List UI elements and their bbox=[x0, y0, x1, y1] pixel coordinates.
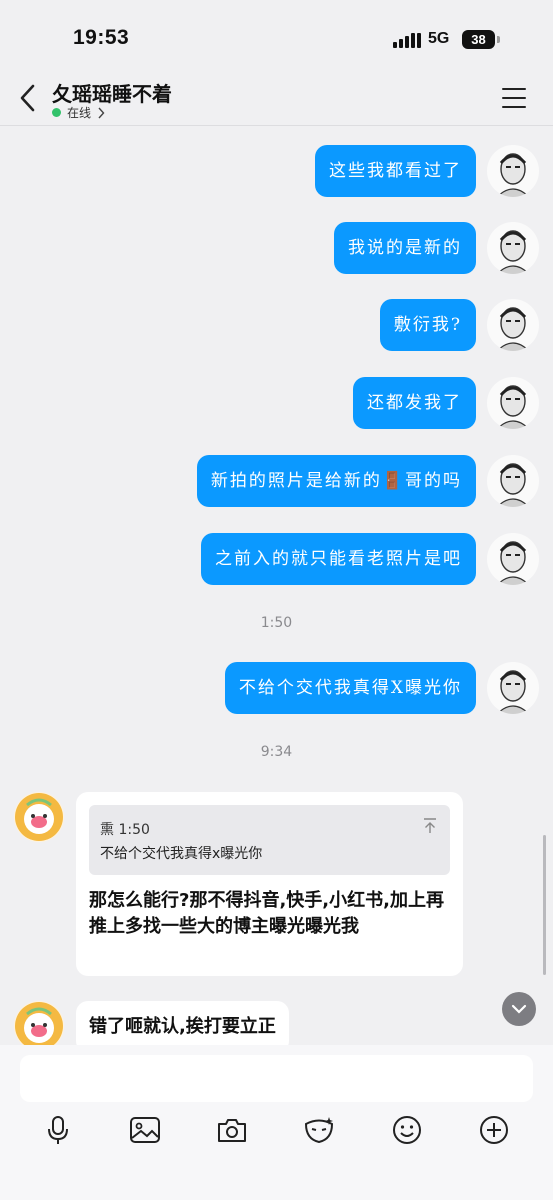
chat-title[interactable]: 夂瑶瑶睡不着 bbox=[52, 78, 172, 107]
battery-tip bbox=[497, 36, 500, 43]
my-avatar[interactable] bbox=[487, 222, 539, 274]
message-out[interactable]: 我说的是新的 bbox=[334, 222, 476, 274]
back-button[interactable] bbox=[14, 82, 42, 114]
quote-sender-time: 熏 1:50 bbox=[100, 822, 150, 838]
presence-label: 在线 bbox=[67, 106, 92, 120]
voice-button[interactable] bbox=[41, 1113, 75, 1147]
my-avatar[interactable] bbox=[487, 533, 539, 585]
peer-avatar[interactable] bbox=[14, 1001, 64, 1051]
menu-button[interactable] bbox=[502, 88, 526, 108]
microphone-icon bbox=[48, 1116, 68, 1144]
chevron-down-icon bbox=[511, 1004, 527, 1014]
status-time: 19:53 bbox=[73, 26, 130, 49]
message-out[interactable]: 这些我都看过了 bbox=[315, 145, 476, 197]
image-icon bbox=[130, 1117, 160, 1143]
message-input[interactable] bbox=[20, 1055, 533, 1102]
chevron-left-icon bbox=[20, 84, 35, 112]
jump-to-quote-icon[interactable] bbox=[422, 817, 438, 835]
emoji-button[interactable] bbox=[390, 1113, 424, 1147]
mask-icon bbox=[304, 1117, 334, 1144]
my-avatar[interactable] bbox=[487, 377, 539, 429]
message-out[interactable]: 敷衍我? bbox=[379, 299, 476, 351]
camera-button[interactable] bbox=[215, 1113, 249, 1147]
quoted-message[interactable]: 熏 1:50 不给个交代我真得x曝光你 bbox=[89, 805, 450, 875]
reply-text: 那怎么能行?那不得抖音,快手,小红书,加上再推上多找一些大的博主曝光曝光我 bbox=[89, 890, 444, 937]
message-out[interactable]: 不给个交代我真得X曝光你 bbox=[224, 662, 476, 714]
peer-avatar[interactable] bbox=[14, 792, 64, 842]
message-out[interactable]: 新拍的照片是给新的🚪哥的吗 bbox=[196, 455, 476, 507]
message-out[interactable]: 还都发我了 bbox=[353, 377, 476, 429]
emoji-icon bbox=[393, 1116, 421, 1144]
camera-icon bbox=[218, 1119, 246, 1142]
stickers-button[interactable] bbox=[302, 1113, 336, 1147]
online-dot bbox=[52, 108, 61, 117]
my-avatar[interactable] bbox=[487, 145, 539, 197]
signal-icon bbox=[393, 32, 421, 48]
my-avatar[interactable] bbox=[487, 299, 539, 351]
more-button[interactable] bbox=[477, 1113, 511, 1147]
timestamp: 1:50 bbox=[260, 615, 293, 631]
my-avatar[interactable] bbox=[487, 662, 539, 714]
presence-status[interactable]: 在线 bbox=[52, 104, 105, 121]
reply-bubble[interactable]: 熏 1:50 不给个交代我真得x曝光你 那怎么能行?那不得抖音,快手,小红书,加… bbox=[76, 792, 463, 976]
plus-icon bbox=[480, 1116, 508, 1144]
header-divider bbox=[0, 125, 553, 126]
network-type: 5G bbox=[428, 30, 450, 47]
photo-button[interactable] bbox=[128, 1113, 162, 1147]
my-avatar[interactable] bbox=[487, 455, 539, 507]
scrollbar[interactable] bbox=[543, 835, 546, 975]
battery-icon: 38 bbox=[462, 30, 495, 49]
quote-text: 不给个交代我真得x曝光你 bbox=[100, 846, 263, 862]
chevron-right-icon bbox=[98, 107, 105, 118]
scroll-to-bottom-button[interactable] bbox=[502, 992, 536, 1026]
timestamp: 9:34 bbox=[260, 744, 293, 760]
message-out[interactable]: 之前入的就只能看老照片是吧 bbox=[201, 533, 476, 585]
